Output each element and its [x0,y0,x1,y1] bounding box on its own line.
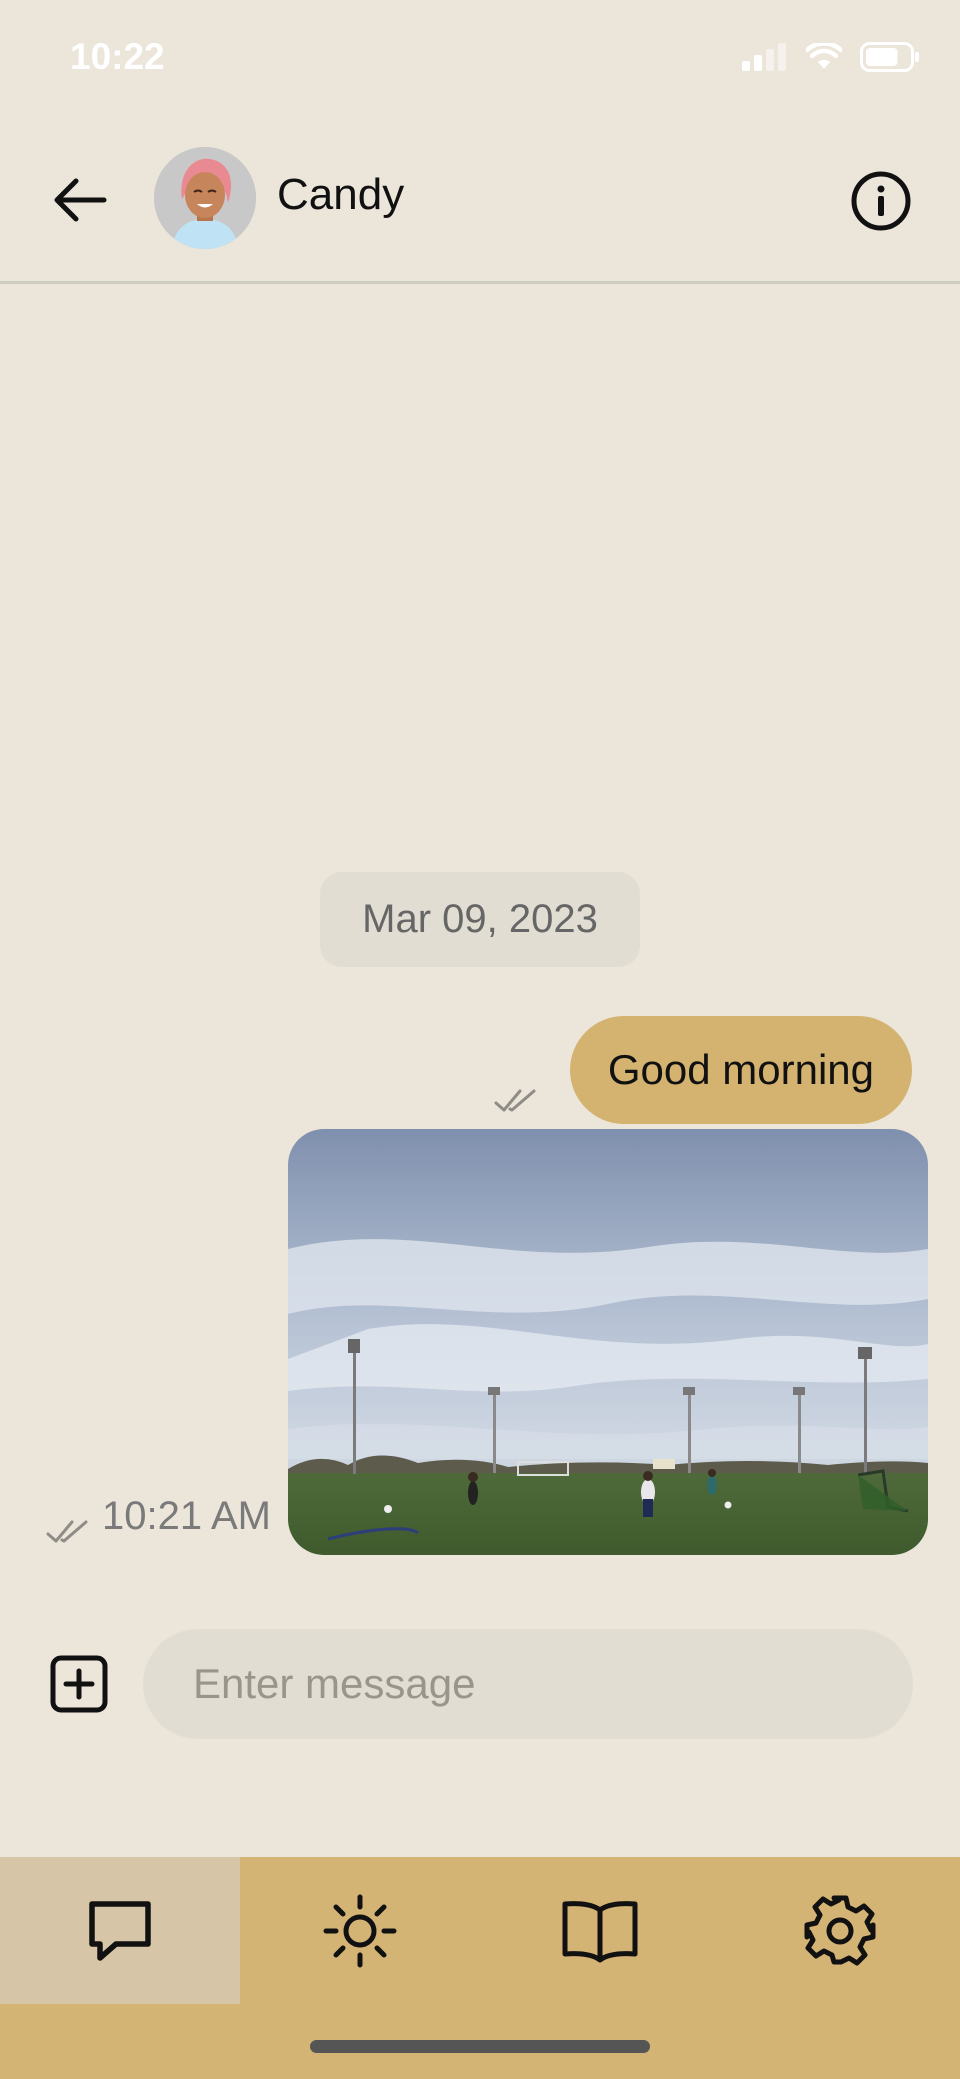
double-check-icon [494,1089,536,1112]
tab-book[interactable] [480,1857,720,2004]
date-separator: Mar 09, 2023 [320,872,640,967]
tab-settings[interactable] [720,1857,960,2004]
message-input[interactable] [143,1629,913,1739]
battery-icon [860,42,919,72]
avatar[interactable] [154,147,256,249]
chat-icon [89,1900,151,1961]
book-icon [562,1900,638,1962]
sun-icon [323,1894,397,1967]
status-icons [742,42,920,72]
status-time: 10:22 [70,36,165,77]
add-attachment-button[interactable] [50,1655,108,1713]
tab-bar [0,1857,960,2079]
contact-name[interactable]: Candy [277,170,404,220]
image-message[interactable] [288,1129,928,1555]
cellular-signal-icon [742,43,786,71]
tab-chat[interactable] [0,1857,240,2004]
info-icon [851,171,911,231]
message-bubble-outgoing[interactable]: Good morning [569,1016,912,1124]
status-bar: 10:22 [0,0,960,118]
info-button[interactable] [848,168,914,234]
wifi-icon [806,43,842,69]
arrow-left-icon [54,178,107,222]
tab-sun[interactable] [240,1857,480,2004]
back-button[interactable] [48,168,112,232]
plus-square-icon [50,1655,108,1713]
double-check-icon [46,1520,88,1543]
soccer-field-photo [288,1129,928,1555]
home-indicator[interactable] [310,2040,650,2053]
gear-icon [804,1895,876,1965]
chat-header: Candy [0,118,960,284]
message-timestamp: 10:21 AM [102,1494,272,1538]
avatar-illustration [154,147,256,249]
